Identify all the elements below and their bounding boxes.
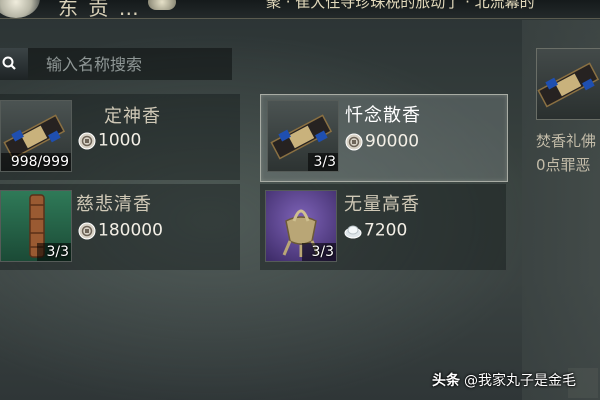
item-card-cibeiqingxiang[interactable]: 3/3 慈悲清香 180000 (0, 184, 240, 270)
item-card-wulianggaoxiang[interactable]: 3/3 无量高香 7200 (260, 184, 506, 270)
watermark-brand: 头条 (432, 373, 460, 389)
announcement-ticker: 聚 · 隹大住寺珍珠税的旅动了 · 北流幕的 (266, 0, 535, 11)
item-price: 180000 (98, 220, 163, 241)
coin-icon (345, 133, 363, 150)
top-bar: 东 贡 … 聚 · 隹大住寺珍珠税的旅动了 · 北流幕的 (0, 0, 600, 20)
item-thumbnail: 3/3 (265, 190, 337, 262)
price-row: 1000 (78, 130, 142, 151)
watermark-author: @我家丸子是金毛 (464, 373, 576, 389)
item-name: 忏念散香 (345, 105, 421, 126)
item-card-channiansanxiang[interactable]: 3/3 忏念散香 90000 (260, 94, 508, 182)
silver-icon (344, 225, 362, 238)
item-thumbnail: 3/3 (267, 100, 339, 172)
item-name: 定神香 (104, 106, 161, 127)
item-quantity: 998/999 (10, 154, 69, 170)
price-row: 180000 (78, 220, 163, 241)
search-icon (2, 56, 16, 70)
item-thumbnail: 3/3 (0, 190, 72, 262)
item-name: 慈悲清香 (76, 194, 152, 215)
item-quantity: 3/3 (46, 244, 69, 260)
coin-icon (78, 222, 96, 239)
item-detail-panel: 焚香礼佛 0点罪恶 (522, 20, 600, 400)
search-bar (0, 48, 242, 80)
watermark: 头条 @我家丸子是金毛 (432, 370, 576, 390)
search-input[interactable] (34, 48, 242, 80)
incense-box-icon (537, 62, 600, 108)
item-quantity: 3/3 (311, 244, 334, 260)
price-row: 7200 (344, 220, 408, 241)
item-name: 无量高香 (344, 194, 420, 215)
item-thumbnail: 998/999 (0, 100, 72, 172)
item-price: 90000 (365, 131, 420, 152)
item-price: 1000 (98, 130, 142, 151)
detail-thumbnail (536, 48, 600, 120)
title-ornament-icon (148, 0, 176, 10)
detail-effect: 0点罪恶 (536, 156, 591, 174)
item-quantity: 3/3 (313, 154, 336, 170)
moon-emblem-icon (0, 0, 40, 18)
search-button[interactable] (0, 48, 28, 80)
coin-icon (78, 132, 96, 149)
price-row: 90000 (345, 131, 420, 152)
item-card-dingshenxiang[interactable]: 998/999 定神香 1000 (0, 94, 240, 180)
item-price: 7200 (364, 220, 408, 241)
detail-description: 焚香礼佛 (536, 132, 597, 150)
shop-title: 东 贡 … (58, 0, 141, 20)
